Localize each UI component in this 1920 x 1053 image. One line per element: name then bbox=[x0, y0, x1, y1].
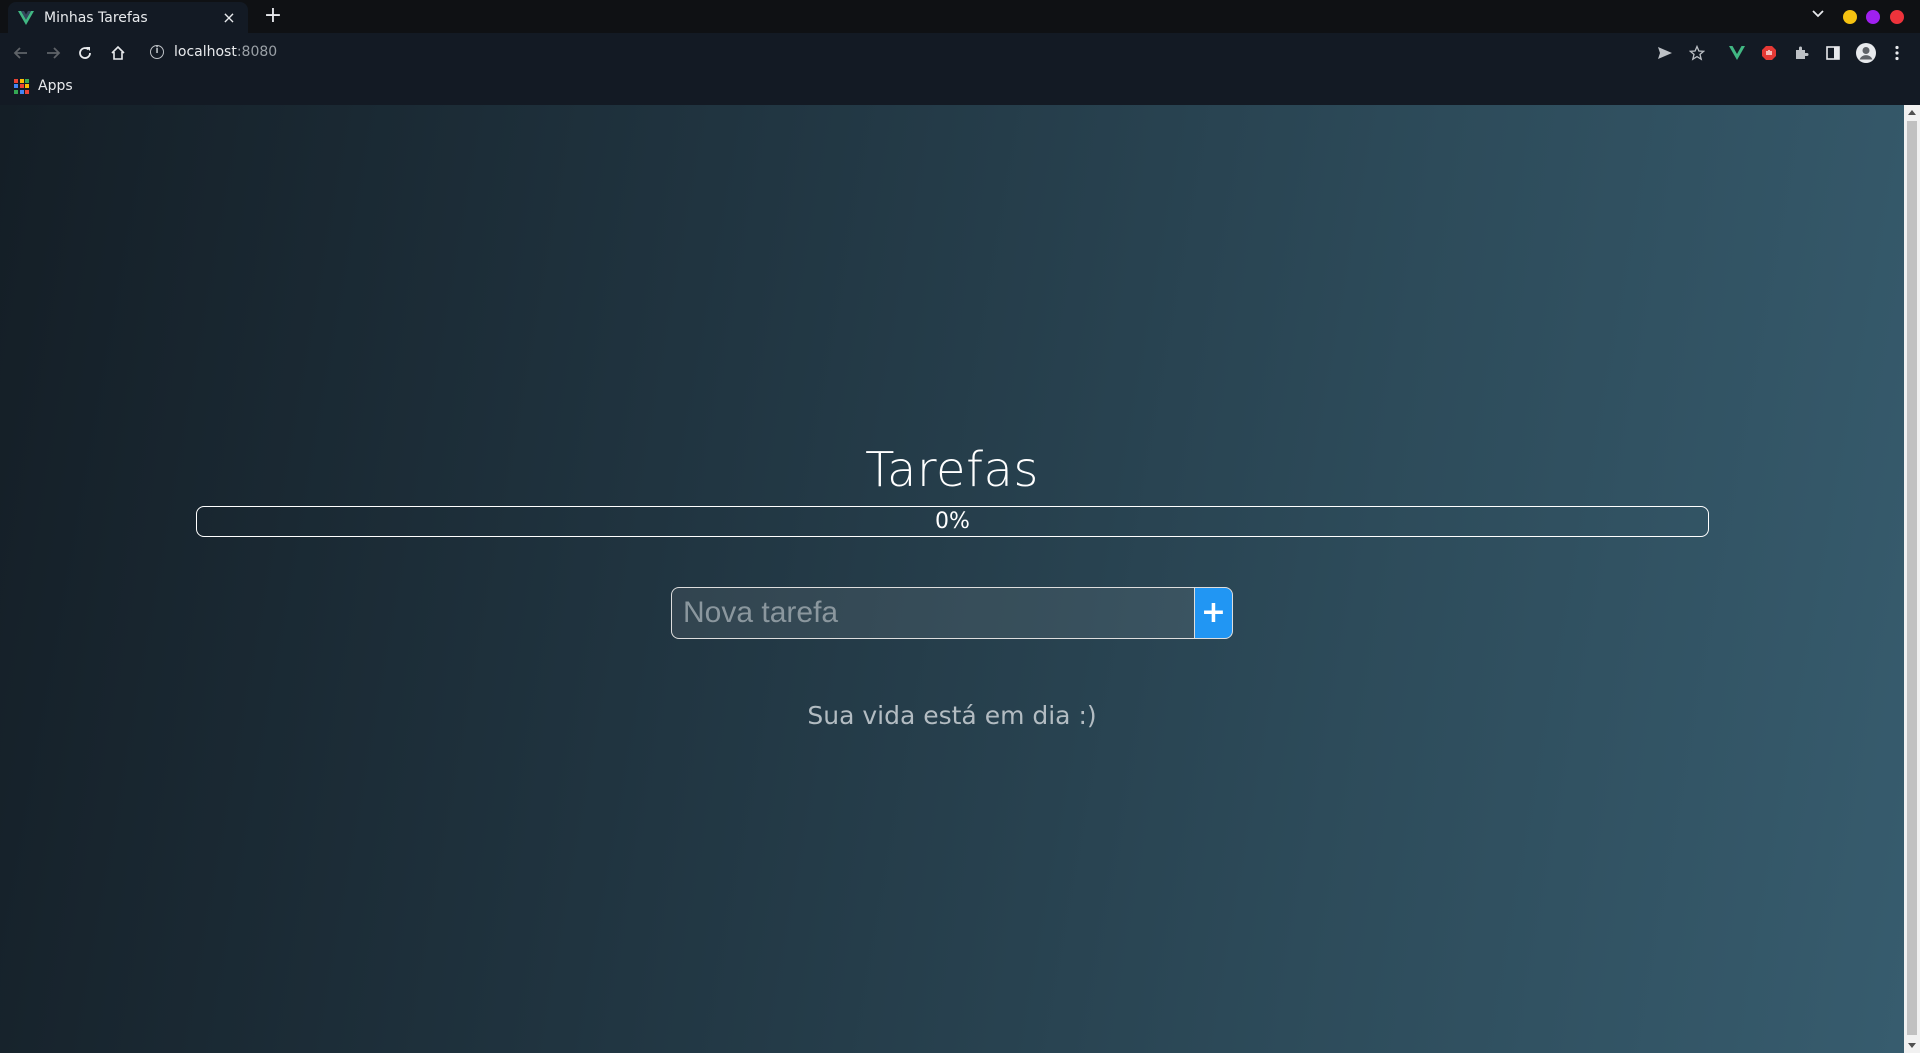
apps-shortcut[interactable]: Apps bbox=[14, 78, 73, 94]
bookmark-star-icon[interactable] bbox=[1686, 42, 1708, 64]
empty-state-message: Sua vida está em dia :) bbox=[807, 701, 1097, 730]
browser-toolbar: i localhost:8080 bbox=[0, 33, 1920, 72]
progress-label: 0% bbox=[935, 509, 970, 534]
address-bar[interactable]: i localhost:8080 bbox=[140, 36, 1640, 68]
home-button[interactable] bbox=[104, 39, 132, 67]
progress-bar: 0% bbox=[196, 506, 1709, 537]
profile-avatar-icon[interactable] bbox=[1855, 42, 1877, 64]
scroll-down-arrow[interactable] bbox=[1908, 1043, 1916, 1048]
add-task-button[interactable]: + bbox=[1194, 587, 1233, 639]
new-task-input[interactable] bbox=[671, 587, 1194, 639]
page-title: Tarefas bbox=[865, 442, 1039, 498]
reload-button[interactable] bbox=[71, 39, 99, 67]
new-task-form: + bbox=[671, 587, 1233, 639]
vue-devtools-icon[interactable] bbox=[1726, 42, 1748, 64]
chevron-down-icon[interactable] bbox=[1808, 6, 1828, 26]
forward-button[interactable] bbox=[39, 39, 67, 67]
back-button[interactable] bbox=[7, 39, 35, 67]
apps-label: Apps bbox=[38, 78, 73, 94]
site-info-icon[interactable]: i bbox=[150, 45, 164, 59]
minimize-window-button[interactable] bbox=[1843, 10, 1857, 24]
page-scrollbar[interactable] bbox=[1904, 105, 1920, 1053]
extensions-icon[interactable] bbox=[1790, 42, 1812, 64]
url-host: localhost bbox=[174, 44, 237, 60]
scrollbar-thumb[interactable] bbox=[1907, 121, 1917, 1035]
new-tab-button[interactable]: + bbox=[260, 4, 286, 30]
send-icon[interactable] bbox=[1654, 42, 1676, 64]
app-viewport: Tarefas 0% + Sua vida está em dia :) bbox=[0, 105, 1904, 1053]
tab-strip: Minhas Tarefas × + bbox=[0, 0, 1920, 33]
more-menu-icon[interactable] bbox=[1886, 42, 1908, 64]
tab-title: Minhas Tarefas bbox=[44, 9, 148, 26]
bookmarks-bar: Apps bbox=[0, 72, 1920, 105]
side-panel-icon[interactable] bbox=[1822, 42, 1844, 64]
close-window-button[interactable] bbox=[1890, 10, 1904, 24]
maximize-window-button[interactable] bbox=[1866, 10, 1880, 24]
vue-logo-icon bbox=[18, 10, 34, 26]
ad-block-icon[interactable] bbox=[1758, 42, 1780, 64]
apps-grid-icon bbox=[14, 78, 29, 94]
tab-minhas-tarefas[interactable]: Minhas Tarefas × bbox=[8, 2, 248, 33]
scroll-up-arrow[interactable] bbox=[1908, 110, 1916, 115]
url-port: :8080 bbox=[236, 44, 278, 60]
close-tab-icon[interactable]: × bbox=[220, 8, 238, 27]
